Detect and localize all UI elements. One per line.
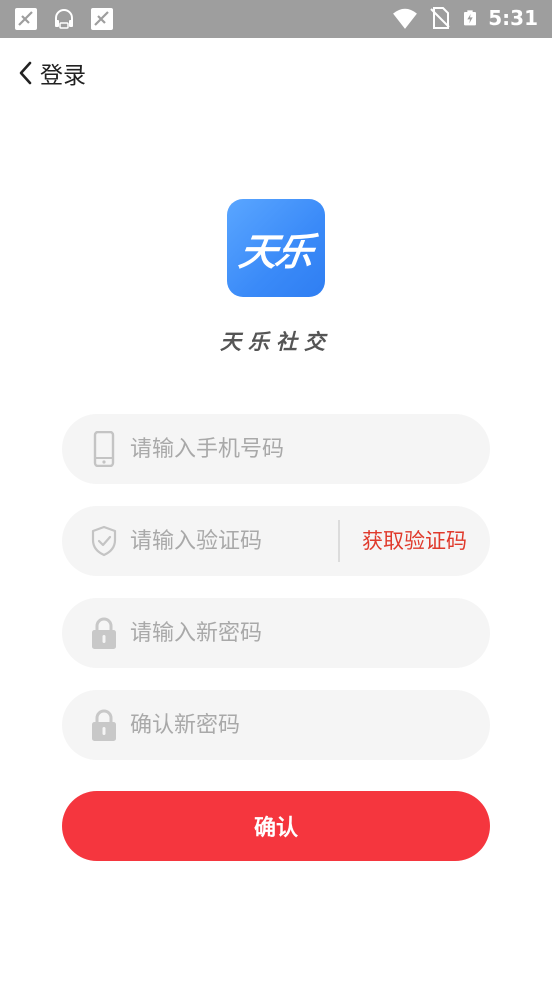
status-bar: 5:31 <box>0 0 552 38</box>
new-password-input[interactable] <box>130 598 470 668</box>
app-logo: 天乐 <box>227 199 325 297</box>
battery-charging-icon <box>464 10 477 26</box>
phone-icon <box>93 431 115 467</box>
app-logo-text: 天乐 <box>236 228 315 274</box>
shield-check-icon <box>91 525 117 557</box>
app-name: 天乐社交 <box>220 330 332 354</box>
no-signal-icon <box>91 8 113 30</box>
verification-code-input[interactable] <box>130 506 330 576</box>
field-divider <box>338 520 340 562</box>
no-signal-icon <box>15 8 37 30</box>
get-code-button[interactable]: 获取验证码 <box>362 506 467 576</box>
confirm-password-input[interactable] <box>130 690 470 760</box>
phone-input[interactable] <box>130 414 470 484</box>
back-button[interactable]: 登录 <box>16 56 86 90</box>
headset-notification-icon <box>55 9 73 29</box>
wifi-icon <box>393 8 418 29</box>
lock-icon <box>92 617 116 649</box>
no-sim-icon <box>430 7 450 29</box>
phone-field[interactable] <box>62 414 490 484</box>
status-bar-system: 5:31 <box>392 5 538 31</box>
status-bar-time: 5:31 <box>488 6 538 30</box>
status-bar-notifications <box>14 7 114 31</box>
page-title: 登录 <box>40 63 86 89</box>
confirm-button[interactable]: 确认 <box>62 791 490 861</box>
lock-icon <box>92 709 116 741</box>
new-password-field[interactable] <box>62 598 490 668</box>
chevron-left-icon <box>19 61 32 85</box>
verification-code-field[interactable]: 获取验证码 <box>62 506 490 576</box>
confirm-password-field[interactable] <box>62 690 490 760</box>
header: 登录 <box>0 38 552 108</box>
